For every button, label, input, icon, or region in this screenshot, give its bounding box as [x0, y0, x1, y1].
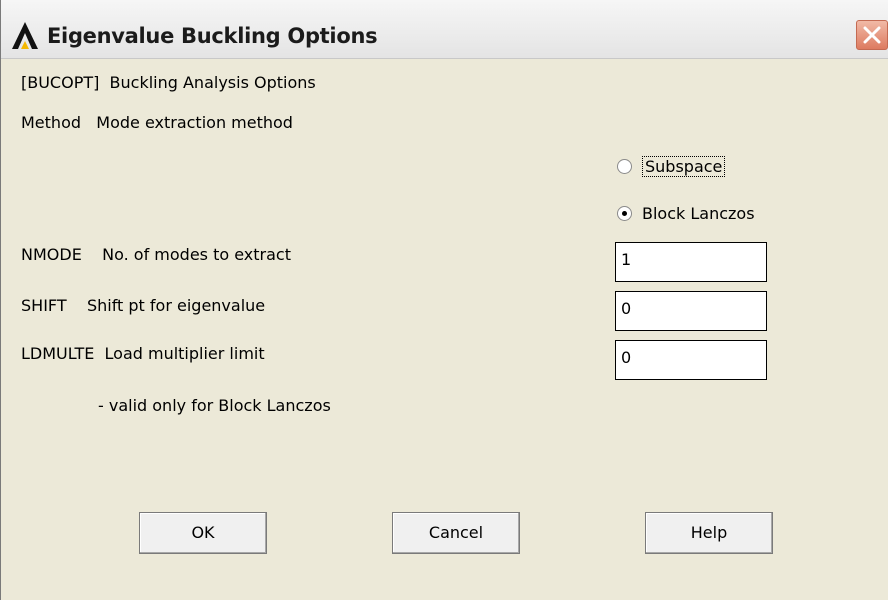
close-icon	[863, 26, 881, 44]
cancel-button[interactable]: Cancel	[392, 512, 520, 554]
ldmulte-input[interactable]: 0	[615, 340, 767, 380]
radio-selected-dot	[622, 211, 627, 216]
radio-subspace-circle[interactable]	[617, 159, 632, 174]
radio-block-lanczos-circle[interactable]	[617, 206, 632, 221]
help-button[interactable]: Help	[645, 512, 773, 554]
eigenvalue-buckling-options-dialog: Eigenvalue Buckling Options [BUCOPT] Buc…	[0, 0, 888, 600]
ansys-logo-icon	[12, 22, 38, 49]
radio-subspace-label[interactable]: Subspace	[642, 156, 726, 177]
shift-input[interactable]: 0	[615, 291, 767, 331]
radio-block-lanczos[interactable]: Block Lanczos	[617, 204, 755, 223]
ok-button[interactable]: OK	[139, 512, 267, 554]
nmode-input[interactable]: 1	[615, 242, 767, 282]
radio-subspace[interactable]: Subspace	[617, 156, 726, 177]
bucopt-label: [BUCOPT] Buckling Analysis Options	[21, 73, 316, 92]
title-bar[interactable]: Eigenvalue Buckling Options	[1, 0, 888, 59]
window-title: Eigenvalue Buckling Options	[47, 24, 378, 48]
method-label: Method Mode extraction method	[21, 113, 293, 132]
nmode-label: NMODE No. of modes to extract	[21, 245, 291, 264]
close-button[interactable]	[856, 20, 888, 50]
ldmulte-label: LDMULTE Load multiplier limit	[21, 344, 265, 363]
radio-block-lanczos-label[interactable]: Block Lanczos	[642, 204, 755, 223]
ldmulte-note: - valid only for Block Lanczos	[98, 396, 331, 415]
shift-label: SHIFT Shift pt for eigenvalue	[21, 296, 266, 315]
